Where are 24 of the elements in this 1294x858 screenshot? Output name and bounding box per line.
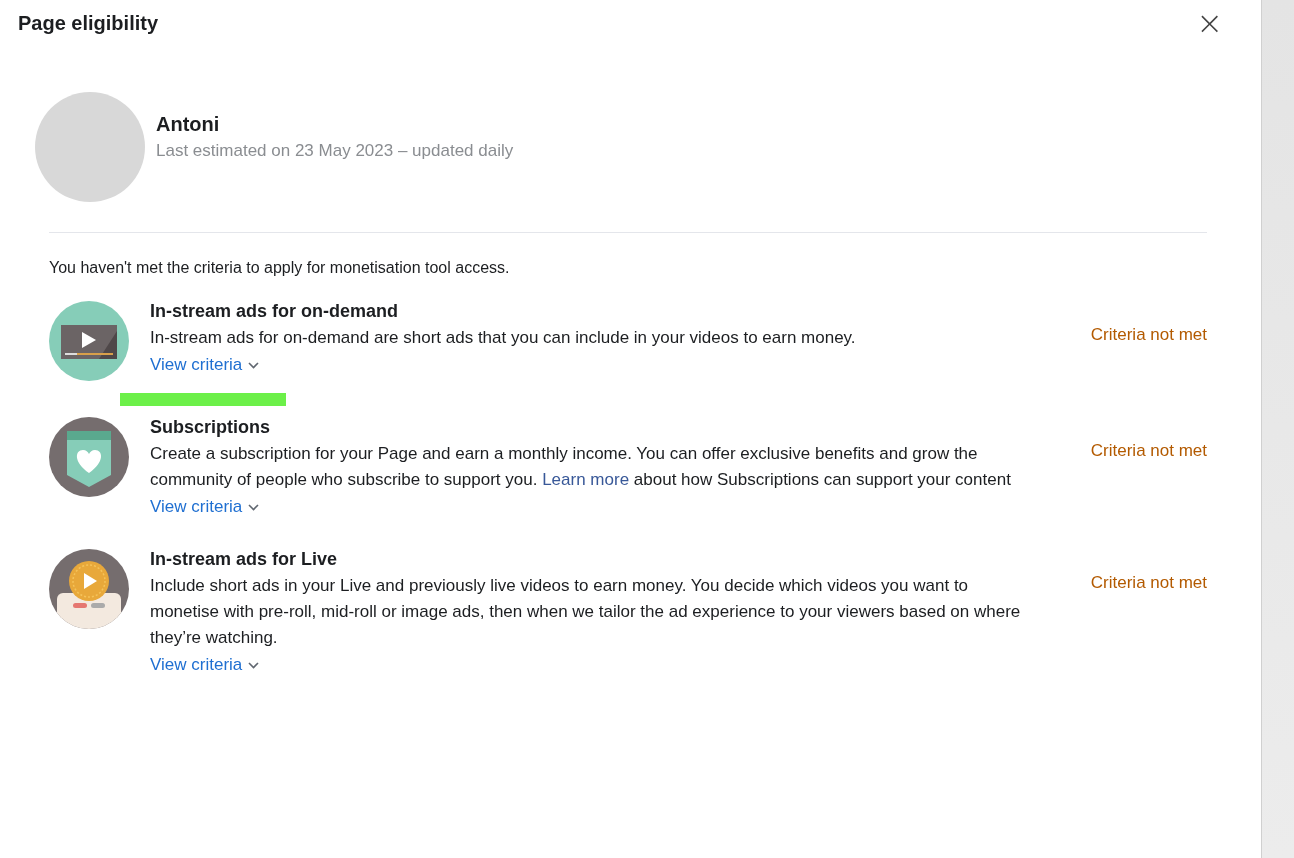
status-text: Criteria not met xyxy=(1089,440,1207,462)
status-text: Criteria not met xyxy=(1089,572,1207,594)
chevron-down-icon xyxy=(248,661,260,669)
coin-play-icon xyxy=(49,549,129,629)
view-criteria-link[interactable]: View criteria xyxy=(150,497,260,517)
chevron-down-icon xyxy=(248,503,260,511)
tool-title: In-stream ads for on-demand xyxy=(150,301,400,322)
chevron-down-icon xyxy=(248,361,260,369)
view-criteria-link[interactable]: View criteria xyxy=(150,655,260,675)
tool-title: In-stream ads for Live xyxy=(150,549,339,570)
intro-text: You haven't met the criteria to apply for monetisation tool access. xyxy=(49,259,511,277)
view-criteria-link[interactable]: View criteria xyxy=(150,355,260,375)
learn-more-link[interactable]: Learn more xyxy=(542,470,630,489)
close-button[interactable]: × xyxy=(1192,10,1227,36)
heart-badge-icon xyxy=(49,417,129,497)
tool-description: In-stream ads for on-demand are short ads that you can include in your videos to earn money. xyxy=(150,327,857,349)
tool-description: Include short ads in your Live and previously live videos to earn money. You decide which videos you want to monetise with pre-roll, mid-roll or image ads, then when we tailor the ad experience to your viewers based on where they’re watching. xyxy=(150,575,1022,649)
video-player-icon xyxy=(49,301,129,381)
estimate-date: Last estimated on 23 May 2023 – updated daily xyxy=(156,141,514,161)
status-text: Criteria not met xyxy=(1089,324,1207,346)
dialog-title: Page eligibility xyxy=(18,11,159,35)
tool-description: Create a subscription for your Page and earn a monthly income. You can offer exclusive benefits and grow the community of people who subscribe to support you. Learn more about how Subscriptions can support your content xyxy=(150,443,1012,491)
page-name: Antoni xyxy=(156,113,221,136)
tool-title: Subscriptions xyxy=(150,417,271,438)
